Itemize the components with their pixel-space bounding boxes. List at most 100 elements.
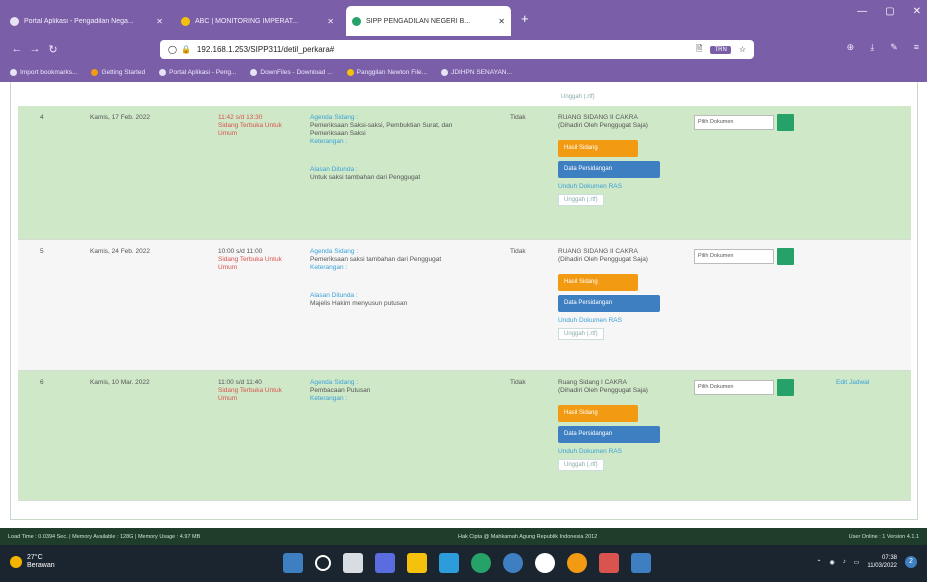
document-select[interactable]: Pilih Dokumen — [694, 249, 774, 264]
download-doc-link[interactable]: Unduh Dokumen RAS — [558, 183, 688, 191]
upload-button[interactable]: Unggah (.rtf) — [558, 194, 604, 206]
hasil-sidang-button[interactable]: Hasil Sidang — [558, 405, 638, 422]
reload-icon[interactable]: ↻ — [44, 43, 62, 56]
tray-chevron-icon[interactable]: ⌃ — [816, 559, 821, 566]
url-text[interactable]: 192.168.1.253/SIPP311/detil_perkara# — [197, 45, 334, 54]
table-row: 4 Kamis, 17 Feb. 2022 11:42 s/d 13:30 Si… — [18, 106, 911, 240]
download-doc-link[interactable]: Unduh Dokumen RAS — [558, 448, 688, 456]
temperature: 27°C — [27, 554, 43, 561]
data-persidangan-button[interactable]: Data Persidangan — [558, 295, 660, 312]
forward-arrow-icon[interactable]: → — [26, 43, 44, 55]
bookmark-item[interactable]: Portal Aplikasi - Peng... — [159, 68, 236, 76]
extension-icon[interactable]: ✎ — [890, 42, 898, 53]
maximize-icon[interactable]: ▢ — [885, 6, 894, 17]
page-viewport: Unggah (.rtf) 4 Kamis, 17 Feb. 2022 11:4… — [0, 82, 927, 524]
weather-widget[interactable]: 27°C Berawan — [10, 554, 55, 570]
agenda-cell: Agenda Sidang : Pemeriksaan saksi tambah… — [310, 248, 490, 308]
close-icon[interactable]: ✕ — [327, 17, 334, 26]
document-cell: Pilih Dokumen — [694, 248, 804, 265]
chat-icon[interactable] — [375, 553, 395, 573]
wifi-icon[interactable]: ◉ — [829, 559, 834, 566]
upload-button[interactable]: Unggah (.rtf) — [558, 459, 604, 471]
notes-label: Keterangan : — [310, 138, 348, 145]
bookmark-icon — [91, 68, 99, 76]
download-doc-link[interactable]: Unduh Dokumen RAS — [558, 317, 688, 325]
taskbar-apps — [283, 553, 651, 573]
window-close-icon[interactable]: ✕ — [913, 6, 921, 17]
browser-tab-monitoring[interactable]: ABC | MONITORING IMPERAT... ✕ — [175, 6, 340, 36]
browser-tab-portal[interactable]: Portal Aplikasi - Pengadilan Nega... ✕ — [4, 6, 169, 36]
clock[interactable]: 07:38 11/03/2022 — [867, 554, 897, 570]
new-tab-button[interactable]: + — [521, 11, 529, 26]
table-row: 6 Kamis, 10 Mar. 2022 11:00 s/d 11:40 Si… — [18, 371, 911, 501]
back-arrow-icon[interactable]: ← — [8, 43, 26, 55]
chrome-icon[interactable] — [535, 553, 555, 573]
submit-document-button[interactable] — [777, 114, 794, 131]
pocket-icon[interactable]: ⊕ — [847, 42, 855, 53]
session-type: Sidang Terbuka Untuk Umum — [218, 256, 282, 271]
bookmark-item[interactable]: Panggilan Newton File... — [346, 68, 427, 76]
session-date: Kamis, 24 Feb. 2022 — [90, 248, 150, 255]
document-select[interactable]: Pilih Dokumen — [694, 115, 774, 130]
bookmark-item[interactable]: DownFiles - Download ... — [250, 68, 333, 76]
minimize-icon[interactable]: — — [857, 6, 867, 17]
translate-badge[interactable]: TRN — [710, 45, 731, 54]
room-name: Ruang Sidang I CAKRA — [558, 379, 628, 386]
edge-icon[interactable] — [471, 553, 491, 573]
version-text: User Online : 1 Version 4.1.1 — [848, 533, 919, 540]
address-bar[interactable]: ◯ 🔒 192.168.1.253/SIPP311/detil_perkara#… — [160, 40, 754, 59]
bookmark-item[interactable]: Import bookmarks... — [10, 68, 77, 76]
clock-time: 07:38 — [881, 555, 897, 561]
room-note: (Dihadiri Oleh Penggugat Saja) — [558, 122, 648, 129]
star-icon[interactable]: ☆ — [739, 45, 746, 54]
close-icon[interactable]: ✕ — [156, 17, 163, 26]
browser-tab-sipp[interactable]: SIPP PENGADILAN NEGERI B... ✕ — [346, 6, 511, 36]
upload-button[interactable]: Unggah (.rtf) — [556, 93, 600, 101]
postpone-text: Untuk saksi tambahan dari Penggugat — [310, 174, 421, 181]
app-icon[interactable] — [631, 553, 651, 573]
hasil-sidang-button[interactable]: Hasil Sidang — [558, 274, 638, 291]
browser-tab-bar: Portal Aplikasi - Pengadilan Nega... ✕ A… — [0, 0, 927, 36]
edit-schedule-link[interactable]: Edit Jadwal — [836, 379, 906, 387]
session-date: Kamis, 17 Feb. 2022 — [90, 114, 150, 121]
bookmark-icon — [346, 68, 354, 76]
document-select[interactable]: Pilih Dokumen — [694, 380, 774, 395]
bookmark-icon — [159, 68, 167, 76]
volume-icon[interactable]: ♪ — [843, 559, 846, 565]
data-persidangan-button[interactable]: Data Persidangan — [558, 426, 660, 443]
hasil-sidang-button[interactable]: Hasil Sidang — [558, 140, 638, 157]
menu-icon[interactable]: ≡ — [914, 42, 919, 53]
reader-icon[interactable]: 🗎 — [696, 43, 702, 57]
bookmark-icon — [10, 68, 17, 76]
submit-document-button[interactable] — [777, 248, 794, 265]
search-icon[interactable] — [315, 555, 331, 571]
bookmark-label: DownFiles - Download ... — [260, 68, 333, 76]
battery-icon[interactable]: ▭ — [854, 559, 860, 566]
tab-title: SIPP PENGADILAN NEGERI B... — [366, 17, 471, 25]
download-icon[interactable]: ⤓ — [870, 42, 874, 53]
load-time-text: Load Time : 0.0394 Sec. | Memory Availab… — [8, 533, 201, 540]
row-number: 5 — [40, 248, 44, 255]
data-persidangan-button[interactable]: Data Persidangan — [558, 161, 660, 178]
close-icon[interactable]: ✕ — [498, 17, 505, 26]
postpone-label: Alasan Ditunda : — [310, 166, 358, 173]
agenda-cell: Agenda Sidang : Pembacaan Putusan Ketera… — [310, 379, 490, 403]
app-icon[interactable] — [599, 553, 619, 573]
task-view-icon[interactable] — [343, 553, 363, 573]
bookmark-item[interactable]: Getting Started — [91, 68, 145, 76]
firefox-icon[interactable] — [567, 553, 587, 573]
file-explorer-icon[interactable] — [407, 553, 427, 573]
time-range: 10:00 s/d 11:00 — [218, 248, 263, 255]
app-icon[interactable] — [503, 553, 523, 573]
agenda-cell: Agenda Sidang : Pemeriksaan Saksi-saksi,… — [310, 114, 490, 182]
bookmark-icon — [250, 68, 258, 76]
document-cell: Pilih Dokumen — [694, 379, 804, 396]
bookmark-item[interactable]: JDIHPN SENAYAN... — [441, 68, 512, 76]
agenda-label: Agenda Sidang : — [310, 379, 359, 386]
store-icon[interactable] — [439, 553, 459, 573]
submit-document-button[interactable] — [777, 379, 794, 396]
notification-badge[interactable]: 2 — [905, 556, 917, 568]
postpone-label: Alasan Ditunda : — [310, 292, 358, 299]
start-icon[interactable] — [283, 553, 303, 573]
upload-button[interactable]: Unggah (.rtf) — [558, 328, 604, 340]
